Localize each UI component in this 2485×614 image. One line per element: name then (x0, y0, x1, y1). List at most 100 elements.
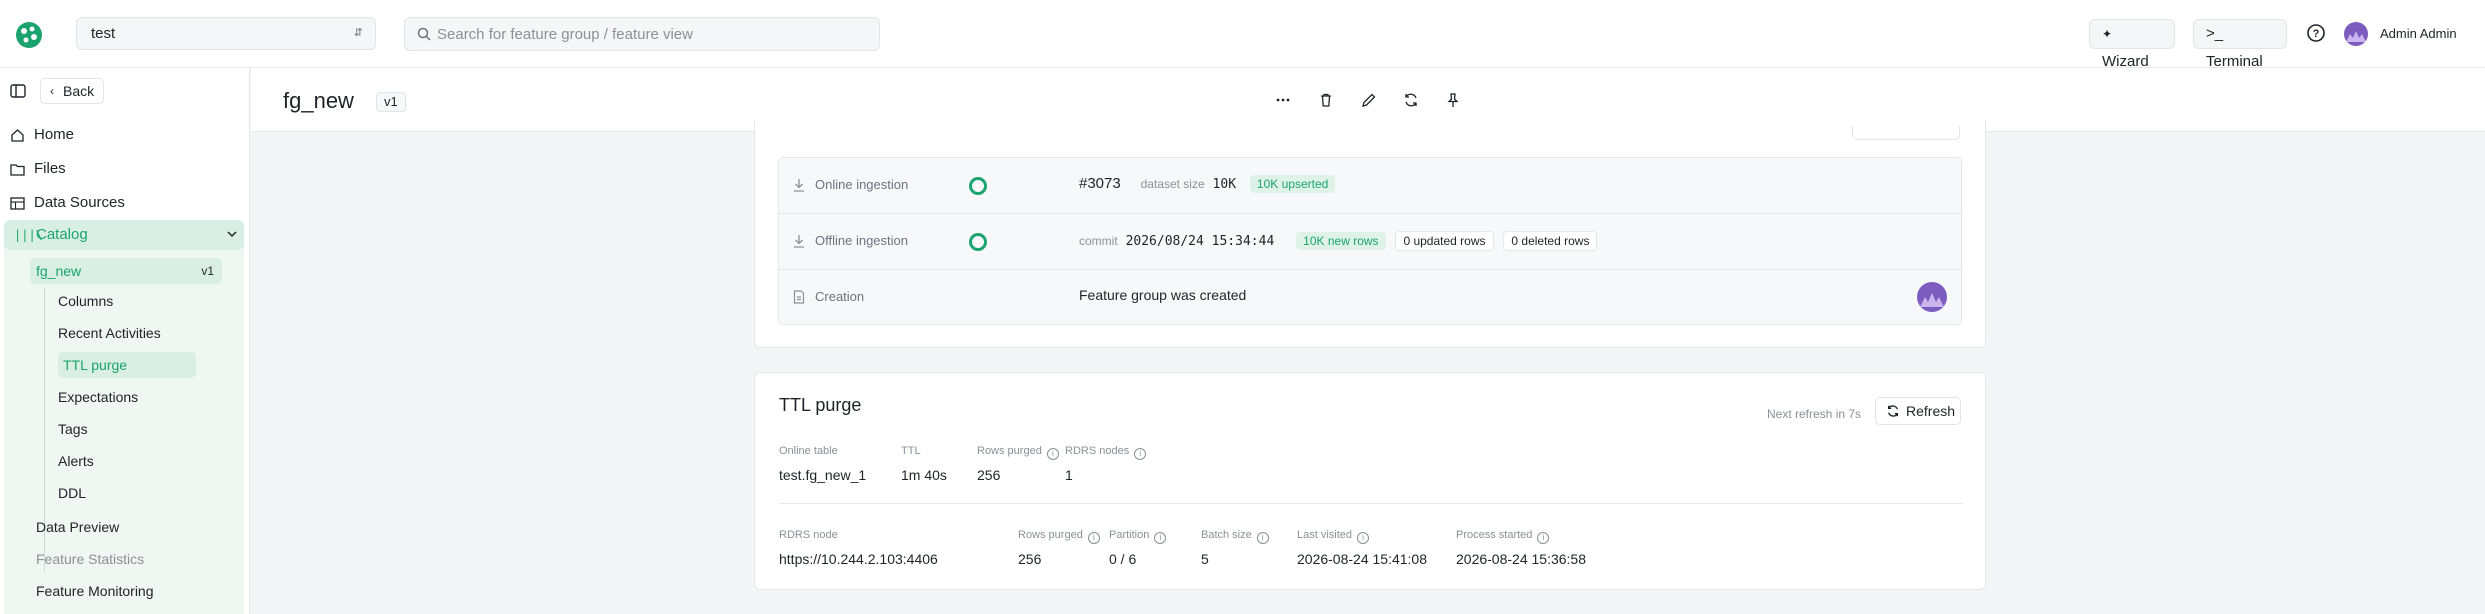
activity-detail: #3073 dataset size 10K 10K upserted (1079, 175, 1336, 193)
project-selector[interactable]: test ⇵ (76, 17, 376, 50)
sidebar-subitem-alerts[interactable]: Alerts (58, 448, 94, 474)
activity-name: Creation (815, 289, 865, 304)
refresh-icon (1887, 405, 1899, 417)
creator-avatar (1917, 282, 1947, 312)
info-icon[interactable]: i (1357, 532, 1370, 544)
batch-size-value: 5 (1201, 551, 1209, 567)
ttl-purge-card: TTL purge Next refresh in 7s Refresh Onl… (754, 372, 1986, 590)
user-name[interactable]: Admin Admin (2380, 26, 2457, 41)
info-icon[interactable]: i (1154, 532, 1167, 544)
version-badge[interactable]: v1 (376, 92, 406, 112)
rows-purged-value: 256 (977, 467, 1001, 483)
search-input[interactable] (437, 18, 867, 50)
info-icon[interactable]: i (1134, 448, 1147, 460)
last-visited-label: Last visited (1297, 529, 1353, 541)
activity-message: Feature group was created (1079, 287, 1247, 303)
activity-row-online-ingestion[interactable]: Online ingestion #3073 dataset size 10K … (779, 158, 1961, 214)
node-rows-purged-value: 256 (1018, 551, 1042, 567)
rdrs-node-field: RDRS node https://10.244.2.103:4406 (779, 527, 938, 567)
info-icon[interactable]: i (1537, 532, 1550, 544)
search-icon (417, 27, 431, 41)
home-icon (11, 129, 24, 142)
edit-icon[interactable] (1361, 92, 1377, 108)
process-started-value: 2026-08-24 15:36:58 (1456, 551, 1586, 567)
sidebar-subitem-tags[interactable]: Tags (58, 416, 88, 442)
terminal-button[interactable]: >_ Terminal (2193, 19, 2287, 70)
activity-list: Online ingestion #3073 dataset size 10K … (778, 157, 1962, 325)
refresh-icon[interactable] (1403, 92, 1419, 108)
activity-name: Online ingestion (815, 177, 909, 192)
feature-group-name: fg_new (36, 263, 82, 279)
info-icon[interactable]: i (1046, 448, 1059, 460)
online-table-label: Online table (779, 445, 838, 457)
user-avatar[interactable] (2344, 22, 2368, 46)
sidebar-item-label: Data Sources (34, 194, 125, 211)
activity-row-creation[interactable]: Creation Feature group was created (779, 270, 1961, 326)
node-rows-purged-label: Rows purged (1018, 529, 1083, 541)
deleted-rows-badge: 0 deleted rows (1503, 231, 1598, 251)
status-ring-icon (969, 177, 987, 195)
commit-label: commit (1079, 234, 1118, 248)
wand-icon: ✦ (2102, 27, 2113, 41)
refresh-label: Refresh (1906, 403, 1956, 419)
activity-id: #3073 (1079, 175, 1121, 192)
ttl-value: 1m 40s (901, 467, 947, 483)
refresh-button[interactable]: Refresh (1875, 397, 1961, 425)
sidebar-feature-group[interactable]: fg_new v1 (30, 258, 222, 284)
node-rows-purged-field: Rows purged i 256 (1018, 527, 1100, 567)
process-started-field: Process started i 2026-08-24 15:36:58 (1456, 527, 1586, 567)
batch-size-field: Batch size i 5 (1201, 527, 1269, 567)
download-icon (794, 179, 804, 192)
catalog-label: Catalog (36, 226, 88, 243)
help-icon[interactable]: ? (2306, 23, 2326, 43)
activities-button-stub[interactable] (1852, 126, 1960, 140)
back-button[interactable]: ‹ Back (40, 78, 104, 104)
trash-icon[interactable] (1318, 92, 1334, 108)
sidebar-toggle-icon[interactable] (10, 83, 26, 99)
rdrs-node-label: RDRS node (779, 529, 838, 541)
status-ring-icon (969, 233, 987, 251)
more-options-icon[interactable] (1275, 92, 1291, 108)
rdrs-nodes-value: 1 (1065, 467, 1073, 483)
sidebar-subitem-expectations[interactable]: Expectations (58, 384, 138, 410)
rows-purged-field: Rows purged i 256 (977, 443, 1059, 483)
table-icon (10, 197, 25, 210)
chevron-updown-icon: ⇵ (353, 27, 363, 39)
online-table-field: Online table test.fg_new_1 (779, 443, 866, 483)
svg-text:?: ? (2313, 28, 2320, 40)
rows-purged-label: Rows purged (977, 445, 1042, 457)
pin-icon[interactable] (1445, 92, 1461, 108)
activity-row-offline-ingestion[interactable]: Offline ingestion commit 2026/08/24 15:3… (779, 214, 1961, 270)
folder-icon (10, 164, 25, 176)
info-icon[interactable]: i (1256, 532, 1269, 544)
ttl-label: TTL (901, 445, 921, 457)
hopsworks-logo-icon[interactable] (14, 20, 44, 50)
search-bar[interactable] (404, 17, 880, 51)
download-icon (794, 235, 804, 248)
sidebar-subitem-recent-activities[interactable]: Recent Activities (58, 320, 161, 346)
sidebar-item-feature-monitoring[interactable]: Feature Monitoring (36, 578, 154, 604)
page-title: fg_new (283, 88, 354, 113)
ttl-field: TTL 1m 40s (901, 443, 947, 483)
wizard-button[interactable]: ✦ Wizard (2089, 19, 2175, 70)
online-table-value: test.fg_new_1 (779, 467, 867, 483)
sidebar-subitem-columns[interactable]: Columns (58, 288, 113, 314)
partition-field: Partition i 0 / 6 (1109, 527, 1167, 567)
sidebar-item-catalog[interactable]: |||\ Catalog (4, 220, 244, 250)
rdrs-nodes-field: RDRS nodes i 1 (1065, 443, 1147, 483)
sidebar-subitem-ddl[interactable]: DDL (58, 480, 86, 506)
partition-value: 0 / 6 (1109, 551, 1137, 567)
chevron-down-icon[interactable] (226, 228, 238, 240)
sidebar-item-label: Files (34, 160, 66, 177)
info-icon[interactable]: i (1087, 532, 1100, 544)
chevron-left-icon: ‹ (50, 84, 54, 98)
back-label: Back (63, 83, 95, 99)
sidebar: ‹ Back Home Files Data Sources |||\ Cata… (0, 68, 250, 614)
activity-detail: commit 2026/08/24 15:34:44 10K new rows … (1079, 231, 1598, 251)
sidebar-subitem-ttl-purge[interactable]: TTL purge (58, 352, 196, 378)
new-rows-badge: 10K new rows (1296, 232, 1386, 250)
last-visited-field: Last visited i 2026-08-24 15:41:08 (1297, 527, 1427, 567)
sidebar-item-label: Home (34, 126, 75, 143)
sidebar-item-data-preview[interactable]: Data Preview (36, 514, 119, 540)
sidebar-item-feature-statistics[interactable]: Feature Statistics (36, 546, 144, 572)
